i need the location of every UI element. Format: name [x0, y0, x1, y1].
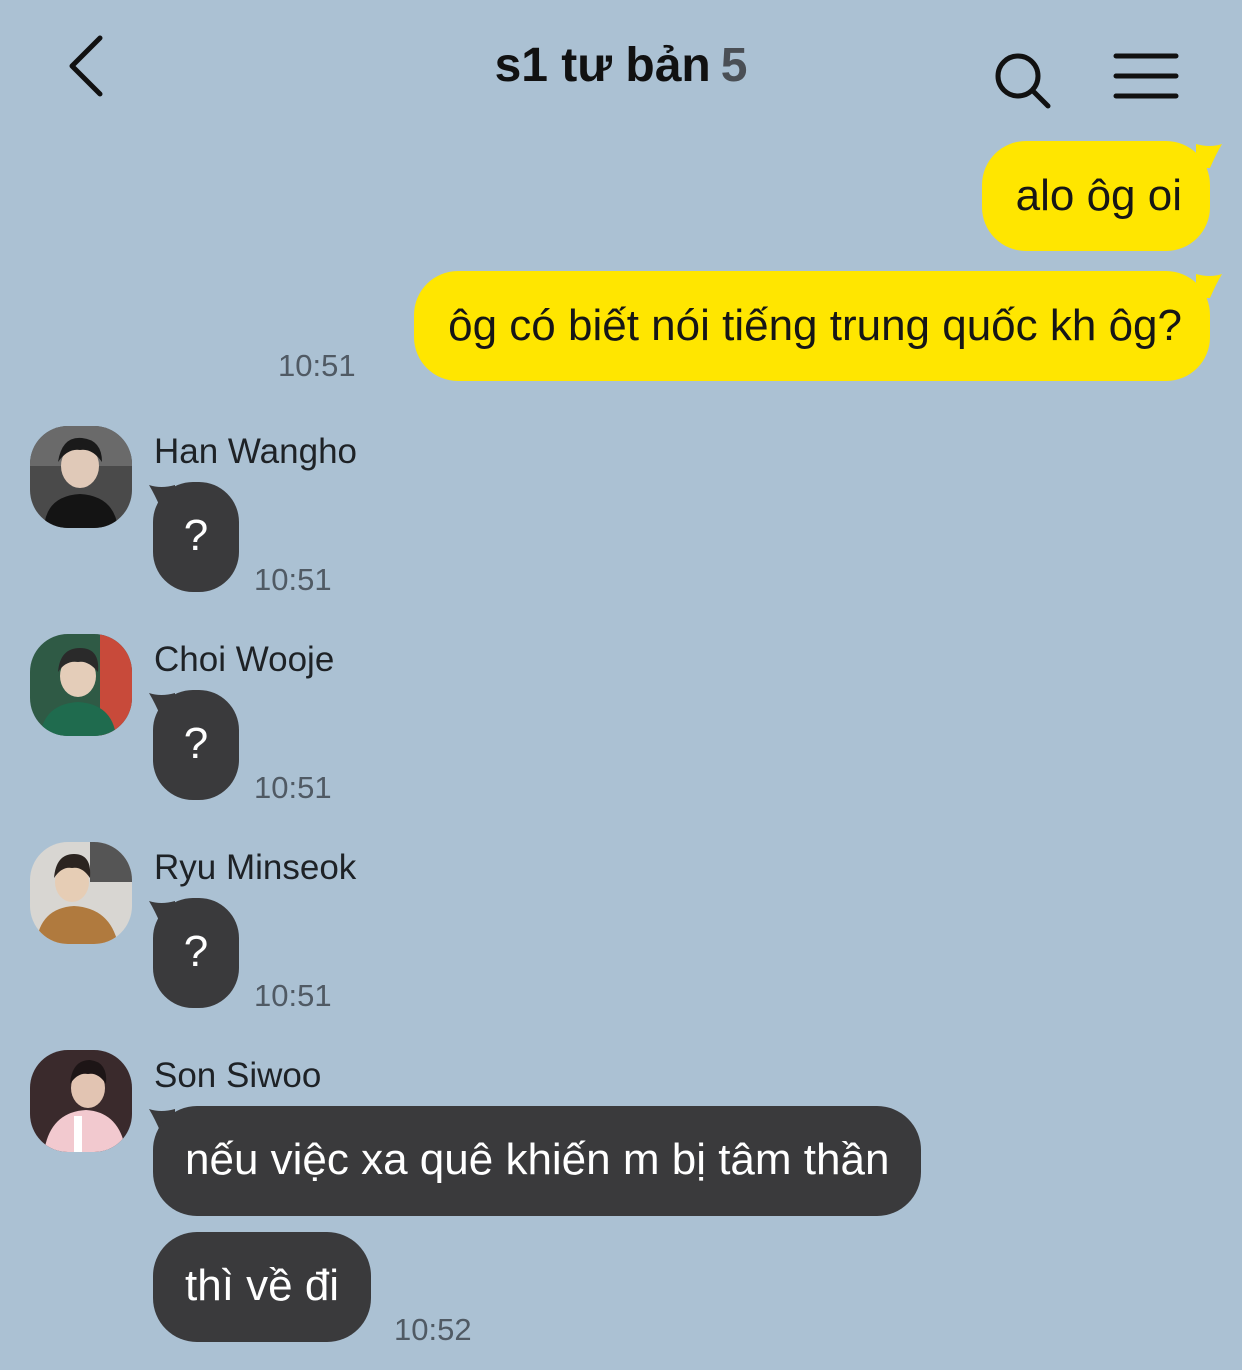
message-text: alo ôg oi [1015, 171, 1182, 220]
chat-screen: s1 tư bản 5 alo ôg oi ôg có biết nói tiến… [0, 0, 1242, 1370]
message-text: ? [183, 927, 209, 976]
profile-photo-icon [30, 842, 132, 944]
sender-name: Ryu Minseok [154, 848, 357, 887]
message-text: ? [183, 511, 209, 560]
outgoing-message[interactable]: ôg có biết nói tiếng trung quốc kh ôg? [414, 271, 1210, 381]
bubble-tail [1196, 144, 1222, 168]
chat-room-name: s1 tư bản [494, 39, 711, 92]
message-text: ôg có biết nói tiếng trung quốc kh ôg? [448, 301, 1182, 350]
profile-photo-icon [30, 1050, 132, 1152]
search-button[interactable] [990, 48, 1056, 114]
message-text: thì về đi [185, 1261, 340, 1310]
message-time: 10:51 [278, 348, 356, 383]
member-count: 5 [720, 39, 748, 92]
outgoing-message[interactable]: alo ôg oi [981, 141, 1210, 251]
message-text: ? [183, 719, 209, 768]
hamburger-menu-icon [1113, 53, 1179, 99]
profile-photo-icon [30, 426, 132, 528]
search-icon [995, 53, 1051, 109]
sender-name: Han Wangho [154, 432, 357, 471]
sender-name: Son Siwoo [154, 1056, 322, 1095]
bubble-tail [1196, 274, 1222, 298]
message-time: 10:51 [254, 770, 332, 805]
avatar[interactable] [30, 634, 132, 736]
incoming-message[interactable]: ? [153, 482, 239, 592]
incoming-message[interactable]: ? [153, 690, 239, 800]
profile-photo-icon [30, 634, 132, 736]
avatar[interactable] [30, 842, 132, 944]
message-text: nếu việc xa quê khiến m bị tâm thần [185, 1135, 890, 1184]
message-time: 10:51 [254, 562, 332, 597]
chat-header: s1 tư bản 5 [0, 0, 1242, 140]
message-time: 10:51 [254, 978, 332, 1013]
incoming-message[interactable]: nếu việc xa quê khiến m bị tâm thần [153, 1106, 922, 1216]
avatar[interactable] [30, 426, 132, 528]
message-time: 10:52 [394, 1312, 472, 1347]
sender-name: Choi Wooje [154, 640, 335, 679]
avatar[interactable] [30, 1050, 132, 1152]
incoming-message[interactable]: thì về đi [153, 1232, 372, 1342]
menu-button[interactable] [1112, 50, 1180, 102]
incoming-message[interactable]: ? [153, 898, 239, 1008]
